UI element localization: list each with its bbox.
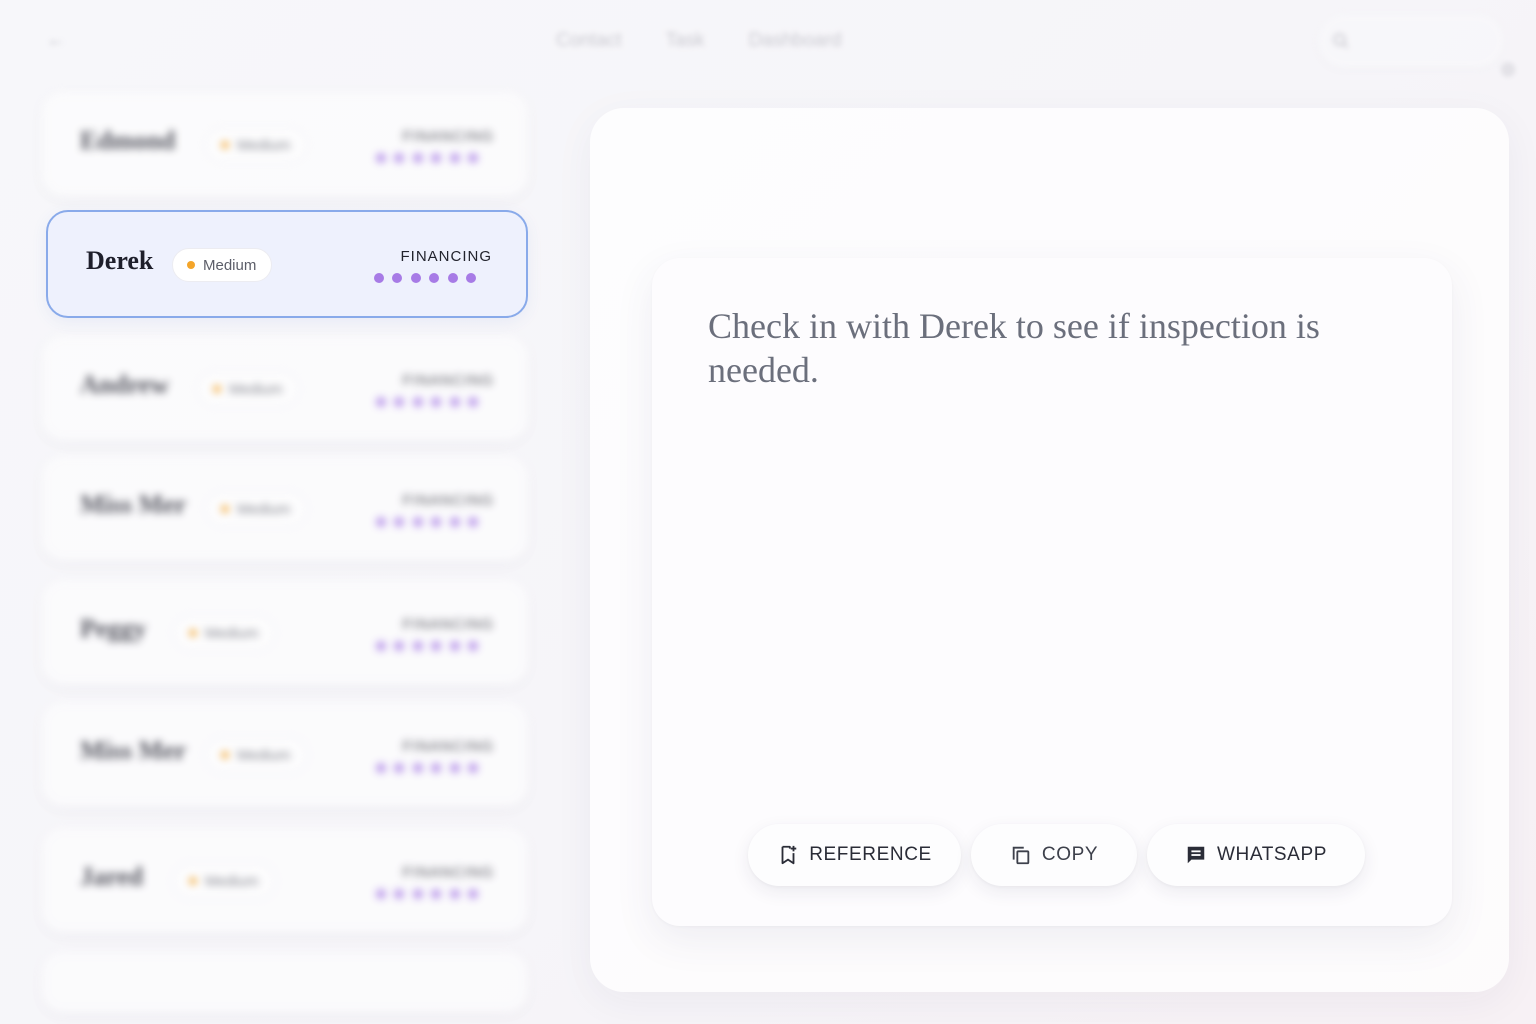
- priority-dot: [187, 261, 195, 269]
- search-input[interactable]: [1318, 14, 1504, 68]
- lead-card-partial[interactable]: [42, 952, 528, 1012]
- priority-label: Medium: [205, 624, 259, 642]
- priority-badge: Medium: [206, 128, 307, 162]
- stage-progress: [375, 763, 478, 773]
- reference-label: REFERENCE: [809, 844, 932, 865]
- priority-label: Medium: [203, 256, 257, 274]
- search-icon: [1333, 33, 1349, 49]
- priority-dot: [221, 141, 229, 149]
- lead-card-selected[interactable]: Derek Medium FINANCING: [46, 210, 528, 318]
- priority-badge: Medium: [174, 864, 275, 898]
- lead-name: Derek: [86, 246, 154, 275]
- lead-name: Andrew: [80, 370, 170, 399]
- priority-dot: [189, 877, 197, 885]
- stage-progress: [375, 889, 478, 899]
- bookmark-add-icon: [781, 845, 797, 865]
- nav-link-dashboard[interactable]: Dashboard: [749, 30, 842, 52]
- whatsapp-button[interactable]: WHATSAPP: [1147, 824, 1365, 886]
- stage-label: FINANCING: [402, 372, 494, 389]
- priority-dot: [221, 751, 229, 759]
- stage-label: FINANCING: [402, 616, 494, 633]
- lead-card[interactable]: Andrew Medium FINANCING: [42, 336, 528, 440]
- priority-label: Medium: [237, 746, 291, 764]
- settings-icon[interactable]: ⚙: [1500, 60, 1524, 84]
- lead-card[interactable]: Edmond Medium FINANCING: [42, 92, 528, 196]
- priority-label: Medium: [229, 380, 283, 398]
- stage-label: FINANCING: [402, 128, 494, 145]
- note-text: Check in with Derek to see if inspection…: [708, 306, 1320, 390]
- priority-dot: [189, 629, 197, 637]
- lead-card[interactable]: Miss Mer Medium FINANCING: [42, 456, 528, 560]
- stage-progress: [375, 153, 478, 163]
- lead-name: Miss Mer: [80, 736, 187, 765]
- copy-button[interactable]: COPY: [971, 824, 1137, 886]
- copy-icon: [1012, 846, 1030, 865]
- stage-progress: [375, 641, 478, 651]
- priority-dot: [221, 505, 229, 513]
- nav-link-contact[interactable]: Contact: [556, 30, 621, 52]
- priority-label: Medium: [237, 500, 291, 518]
- priority-badge: Medium: [198, 372, 299, 406]
- stage-label: FINANCING: [402, 492, 494, 509]
- priority-badge: Medium: [206, 492, 307, 526]
- note-card: Check in with Derek to see if inspection…: [652, 258, 1452, 926]
- priority-badge: Medium: [174, 616, 275, 650]
- stage-label: FINANCING: [402, 864, 494, 881]
- priority-badge: Medium: [172, 248, 273, 282]
- lead-name: Peggy: [80, 614, 147, 643]
- nav-links: Contact Task Dashboard: [556, 30, 842, 52]
- lead-list: Edmond Medium FINANCING Derek Medium FIN…: [0, 0, 560, 1024]
- stage-progress: [373, 273, 476, 283]
- priority-dot: [213, 385, 221, 393]
- stage-progress: [375, 397, 478, 407]
- stage-label: FINANCING: [402, 738, 494, 755]
- lead-card[interactable]: Jared Medium FINANCING: [42, 828, 528, 932]
- lead-name: Miss Mer: [80, 490, 187, 519]
- priority-label: Medium: [237, 136, 291, 154]
- message-icon: [1187, 846, 1205, 864]
- lead-card[interactable]: Peggy Medium FINANCING: [42, 580, 528, 684]
- lead-name: Jared: [80, 862, 144, 891]
- copy-label: COPY: [1041, 844, 1099, 865]
- note-actions: REFERENCE COPY WHATSAPP: [748, 824, 1365, 886]
- reference-button[interactable]: REFERENCE: [748, 824, 961, 886]
- stage-label: FINANCING: [400, 248, 492, 265]
- nav-link-task[interactable]: Task: [665, 30, 704, 52]
- stage-progress: [375, 517, 478, 527]
- priority-label: Medium: [205, 872, 259, 890]
- whatsapp-label: WHATSAPP: [1216, 844, 1327, 865]
- lead-name: Edmond: [80, 126, 176, 155]
- lead-card[interactable]: Miss Mer Medium FINANCING: [42, 702, 528, 806]
- priority-badge: Medium: [206, 738, 307, 772]
